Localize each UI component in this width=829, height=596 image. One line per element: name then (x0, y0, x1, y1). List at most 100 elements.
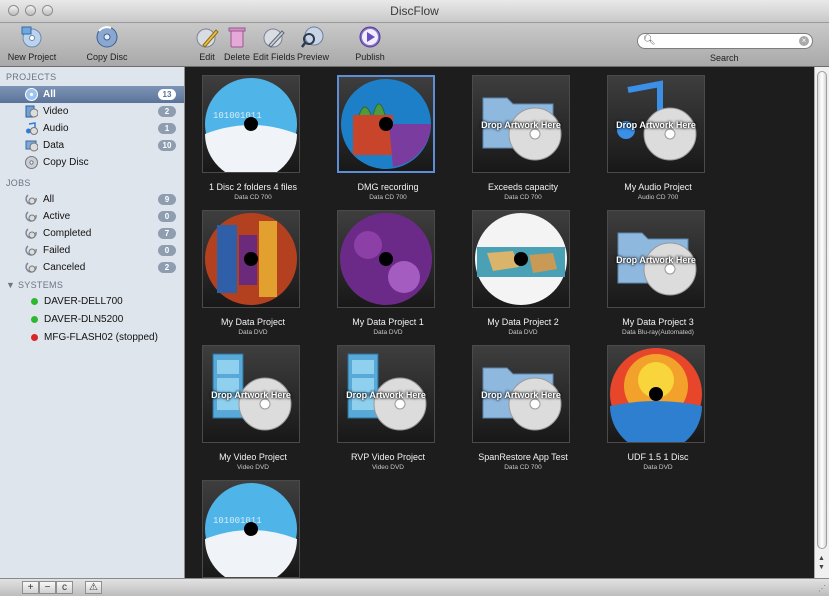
search-label: Search (710, 53, 739, 63)
search-field[interactable]: 🔍︎ × (637, 33, 813, 49)
sidebar-item-system-dell700[interactable]: DAVER-DELL700 (0, 293, 184, 310)
project-type: Data DVD (643, 464, 673, 471)
play-icon (356, 25, 384, 49)
systems-header[interactable]: ▼ SYSTEMS (6, 280, 63, 290)
project-tile[interactable]: 101001011 1 Disc 2 folders 4 files Data … (185, 69, 321, 201)
sidebar-item-jobs-all[interactable]: All 9 (0, 191, 184, 208)
project-type: Data CD 700 (504, 464, 542, 471)
sidebar-item-label: Active (43, 211, 71, 222)
project-tile[interactable]: Drop Artwork Here My Audio Project Audio… (590, 69, 726, 201)
project-name: SpanRestore App Test (478, 452, 568, 462)
count-badge: 2 (158, 106, 176, 117)
sidebar-item-label: DAVER-DLN5200 (44, 314, 124, 325)
sidebar-item-label: Completed (43, 228, 92, 239)
copy-disc-button[interactable]: Copy Disc (82, 25, 132, 62)
sidebar-item-copy-disc[interactable]: Copy Disc (0, 154, 184, 171)
copy-disc-icon (25, 156, 38, 169)
project-tile[interactable]: Drop Artwork Here My Video Project Video… (185, 339, 321, 471)
disc-art-thumbnail (472, 210, 570, 308)
sidebar-item-audio[interactable]: Audio 1 (0, 120, 184, 137)
project-tile[interactable]: DMG recording Data CD 700 (320, 69, 456, 201)
project-type: Video DVD (236, 464, 270, 471)
delete-label: Delete (223, 52, 250, 62)
disc-art-thumbnail (337, 75, 435, 173)
project-tile[interactable]: Drop Artwork Here RVP Video Project Vide… (320, 339, 456, 471)
copy-disc-icon (93, 25, 121, 49)
folder-disc-thumbnail: Drop Artwork Here (607, 210, 705, 308)
project-tile[interactable]: My Data Project 2 Data DVD (455, 204, 591, 336)
project-tile[interactable]: My Data Project Data DVD (185, 204, 321, 336)
project-name: My Data Project (220, 317, 286, 327)
vertical-scrollbar[interactable]: ▲ ▼ (814, 67, 829, 578)
sidebar-item-label: All (43, 89, 56, 100)
project-tile[interactable]: UDF 1.5 1 Disc Data DVD (590, 339, 726, 471)
count-badge: 2 (158, 262, 176, 273)
project-name: My Data Project 1 (352, 317, 424, 327)
sidebar-item-label: Data (43, 140, 65, 151)
project-type: Video DVD (371, 464, 405, 471)
refresh-button[interactable]: c (56, 581, 73, 594)
count-badge: 0 (158, 211, 176, 222)
sidebar-item-jobs-active[interactable]: Active 0 (0, 208, 184, 225)
sidebar-item-label: Failed (43, 245, 71, 256)
preview-button[interactable]: Preview (297, 25, 329, 62)
count-badge: 13 (158, 89, 176, 100)
sidebar-item-projects-all[interactable]: All 13 (0, 86, 184, 103)
scroll-knob[interactable] (817, 71, 827, 549)
project-name: My Video Project (219, 452, 287, 462)
copy-disc-label: Copy Disc (86, 52, 128, 62)
project-type: Data CD 700 (369, 194, 407, 201)
job-icon (25, 211, 37, 222)
scroll-up-arrow-icon[interactable]: ▲ (818, 555, 825, 562)
sidebar-item-jobs-canceled[interactable]: Canceled 2 (0, 259, 184, 276)
film-disc-thumbnail: Drop Artwork Here (337, 345, 435, 443)
trash-icon (223, 25, 251, 49)
sidebar-item-data[interactable]: Data 10 (0, 137, 184, 154)
edit-icon (193, 25, 221, 49)
sidebar-item-video[interactable]: Video 2 (0, 103, 184, 120)
status-dot-icon (31, 298, 38, 305)
status-dot-icon (31, 334, 38, 341)
resize-grip-icon[interactable]: ⋰ (818, 584, 826, 593)
publish-button[interactable]: Publish (353, 25, 387, 62)
project-name: My Data Project 3 (622, 317, 694, 327)
clear-search-icon[interactable]: × (799, 36, 809, 46)
drop-artwork-label: Drop Artwork Here (211, 390, 291, 400)
sidebar-item-system-flash02[interactable]: MFG-FLASH02 (stopped) (0, 329, 184, 346)
new-project-button[interactable]: New Project (2, 25, 62, 62)
delete-button[interactable]: Delete (223, 25, 251, 62)
edit-label: Edit (199, 52, 215, 62)
sidebar-item-jobs-failed[interactable]: Failed 0 (0, 242, 184, 259)
project-grid: 101001011 1 Disc 2 folders 4 files Data … (185, 67, 814, 578)
edit-button[interactable]: Edit (195, 25, 219, 62)
project-tile[interactable]: Drop Artwork Here SpanRestore App Test D… (455, 339, 591, 471)
edit-fields-button[interactable]: Edit Fields (253, 25, 295, 62)
alert-button[interactable]: ⚠ (85, 581, 102, 594)
project-tile[interactable]: My Data Project 1 Data DVD (320, 204, 456, 336)
job-icon (25, 245, 37, 256)
project-tile[interactable]: Drop Artwork Here Exceeds capacity Data … (455, 69, 591, 201)
scroll-down-arrow-icon[interactable]: ▼ (818, 564, 825, 571)
project-tile[interactable]: Drop Artwork Here My Data Project 3 Data… (590, 204, 726, 336)
folder-disc-thumbnail: Drop Artwork Here (472, 75, 570, 173)
count-badge: 7 (158, 228, 176, 239)
sidebar-item-system-dln5200[interactable]: DAVER-DLN5200 (0, 311, 184, 328)
project-name: UDF 1.5 1 Disc (627, 452, 689, 462)
project-tile[interactable]: 101001011 (185, 474, 321, 578)
remove-button[interactable]: − (39, 581, 56, 594)
project-name: My Audio Project (624, 182, 692, 192)
search-input[interactable] (656, 35, 800, 49)
projects-header: PROJECTS (6, 72, 57, 82)
sidebar-item-label: MFG-FLASH02 (stopped) (44, 332, 158, 343)
film-disc-thumbnail: Drop Artwork Here (202, 345, 300, 443)
project-name: RVP Video Project (350, 452, 426, 462)
sidebar-item-label: DAVER-DELL700 (44, 296, 123, 307)
add-button[interactable]: + (22, 581, 39, 594)
drop-artwork-label: Drop Artwork Here (481, 390, 561, 400)
project-type: Data DVD (508, 329, 538, 336)
sidebar-item-jobs-completed[interactable]: Completed 7 (0, 225, 184, 242)
new-project-icon (18, 25, 46, 49)
folder-disc-thumbnail: Drop Artwork Here (472, 345, 570, 443)
new-project-label: New Project (7, 52, 57, 62)
status-dot-icon (31, 316, 38, 323)
